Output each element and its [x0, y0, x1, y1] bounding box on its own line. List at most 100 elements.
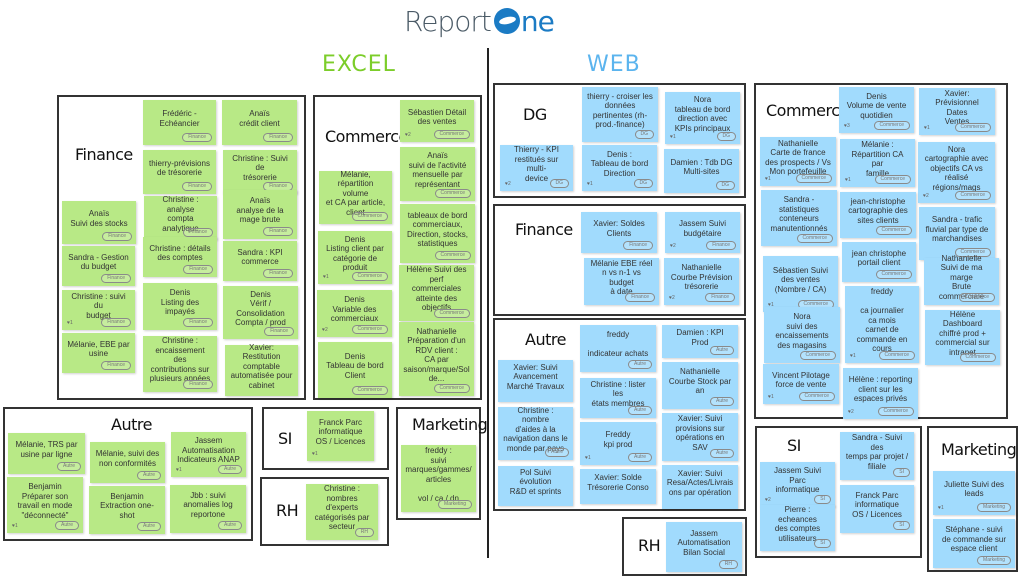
idea-card[interactable]: Xavier: Solde Trésorerie Conso	[580, 469, 656, 504]
idea-card[interactable]: Mélanie, suivi des non conformités Autre	[90, 442, 165, 483]
idea-card[interactable]: Damien : Tdb DG Multi-sites DG	[664, 149, 739, 193]
idea-card[interactable]: Denis Listing des impayés Finance	[143, 283, 217, 330]
like-heart-icon[interactable]: ♥2	[322, 327, 328, 334]
category-tag[interactable]: Autre	[55, 521, 79, 530]
idea-card[interactable]: Hélène Dashboard chiffré prod + commerci…	[925, 310, 1000, 365]
like-heart-icon[interactable]: ♥2	[765, 497, 771, 504]
category-tag[interactable]: Autre	[710, 346, 734, 355]
idea-card[interactable]: freddy ca journalier ca mois carnet de c…	[845, 286, 919, 363]
category-tag[interactable]: Finance	[183, 228, 213, 237]
idea-card[interactable]: tableaux de bord commerciaux, Direction,…	[400, 204, 475, 263]
category-tag[interactable]: Finance	[101, 318, 131, 327]
category-tag[interactable]: Finance	[625, 293, 655, 302]
idea-card[interactable]: Anaïs suivi de l'activité mensuelle par …	[400, 147, 475, 201]
category-tag[interactable]: Marketing	[438, 500, 472, 509]
idea-card[interactable]: Sandra - Suivi des temps par projet / fi…	[840, 432, 914, 480]
idea-card[interactable]: Jbb : suivi anomalies log reportone Autre	[170, 485, 246, 533]
category-tag[interactable]: Commerce	[795, 174, 832, 183]
idea-card[interactable]: Xavier: Prévisionnel Dates Ventes Commerc…	[919, 88, 995, 135]
idea-card[interactable]: Vincent Pilotage force de vente Commerce ♥…	[763, 364, 839, 404]
like-heart-icon[interactable]: ♥2	[923, 193, 929, 200]
idea-card[interactable]: Denis Listing client par catégorie de pr…	[318, 231, 392, 284]
idea-card[interactable]: Mélanie, EBE par usine Finance	[62, 333, 135, 373]
category-tag[interactable]: Finance	[705, 293, 735, 302]
idea-card[interactable]: jean-christophe cartographie des sites c…	[840, 192, 916, 238]
idea-card[interactable]: thierry-prévisions de trésorerie Finance	[143, 150, 216, 194]
idea-card[interactable]: Xavier: Suivi Avancement Marché Travaux	[498, 360, 573, 402]
idea-card[interactable]: Christine : suivi du budget Finance ♥1	[62, 290, 135, 330]
idea-card[interactable]: Jassem Suivi budgétaire Finance ♥2	[665, 212, 740, 253]
category-tag[interactable]: SI	[893, 468, 910, 477]
like-heart-icon[interactable]: ♥2	[669, 295, 675, 302]
idea-card[interactable]: Nora suivi des encaissements des magasin…	[764, 307, 840, 363]
idea-card[interactable]: Christine : détails des comptes Finance	[143, 237, 217, 277]
category-tag[interactable]: Commerce	[878, 351, 915, 360]
category-tag[interactable]: Commerce	[433, 384, 470, 393]
category-tag[interactable]: Finance	[706, 241, 736, 250]
category-tag[interactable]: Commerce	[959, 353, 996, 362]
like-heart-icon[interactable]: ♥1	[845, 177, 851, 184]
like-heart-icon[interactable]: ♥1	[585, 455, 591, 462]
category-tag[interactable]: Autre	[628, 453, 652, 462]
idea-card[interactable]: Thierry - KPI restitués sur multi- devic…	[500, 145, 573, 191]
idea-card[interactable]: Benjamin Extraction one- shot Autre	[89, 486, 165, 534]
idea-card[interactable]: Denis Tableau de bord Client Commerce	[318, 342, 392, 398]
category-tag[interactable]: DG	[633, 179, 653, 188]
idea-card[interactable]: jean christophe portail client Commerce	[842, 242, 916, 282]
category-tag[interactable]: Commerce	[875, 226, 912, 235]
category-tag[interactable]: Commerce	[954, 123, 991, 132]
category-tag[interactable]: Commerce	[796, 234, 833, 243]
category-tag[interactable]: Autre	[218, 521, 242, 530]
category-tag[interactable]: Commerce	[351, 212, 388, 221]
category-tag[interactable]: Autre	[545, 448, 569, 457]
idea-card[interactable]: Sandra : KPI commerce Finance	[223, 241, 297, 281]
idea-card[interactable]: Jassem Automatisation Indicateurs ANAP Au…	[171, 432, 246, 477]
idea-card[interactable]: Xavier: Suivi Resa/Actes/Livrais ons par…	[662, 465, 738, 509]
idea-card[interactable]: Nathanielle Carte de france des prospect…	[760, 137, 836, 186]
category-tag[interactable]: Commerce	[798, 392, 835, 401]
category-tag[interactable]: RH	[718, 560, 738, 569]
idea-card[interactable]: Anaïs analyse de la mage brute Finance	[223, 190, 297, 239]
category-tag[interactable]: Commerce	[873, 121, 910, 130]
category-tag[interactable]: DG	[549, 179, 569, 188]
idea-card[interactable]: Anaïs crédit client Finance	[222, 100, 297, 145]
category-tag[interactable]: SI	[814, 495, 831, 504]
like-heart-icon[interactable]: ♥1	[768, 394, 774, 401]
category-tag[interactable]: Commerce	[351, 325, 388, 334]
idea-card[interactable]: Xavier: Suivi provisions sur opérations …	[662, 413, 738, 461]
idea-card[interactable]: thierry - croiser les données pertinente…	[582, 87, 658, 142]
idea-card[interactable]: Sandra - Gestion du budget Finance	[62, 246, 135, 286]
category-tag[interactable]: Marketing	[977, 556, 1011, 565]
like-heart-icon[interactable]: ♥1	[670, 134, 676, 141]
idea-card[interactable]: Christine : nombre d'aides à la navigati…	[498, 406, 573, 460]
category-tag[interactable]: RH	[354, 528, 374, 537]
like-heart-icon[interactable]: ♥1	[12, 523, 18, 530]
category-tag[interactable]: Autre	[137, 522, 161, 531]
category-tag[interactable]: Finance	[263, 227, 293, 236]
like-heart-icon[interactable]: ♥1	[938, 505, 944, 512]
idea-card[interactable]: Freddy kpi prod Autre ♥1	[580, 422, 656, 465]
category-tag[interactable]: DG	[716, 132, 736, 141]
category-tag[interactable]: Finance	[183, 318, 213, 327]
idea-card[interactable]: Xavier: Restitution comptable automatisé…	[225, 343, 298, 396]
category-tag[interactable]: Commerce	[351, 386, 388, 395]
category-tag[interactable]: Commerce	[877, 407, 914, 416]
category-tag[interactable]: DG	[715, 181, 735, 190]
category-tag[interactable]: Commerce	[433, 309, 470, 318]
category-tag[interactable]: Commerce	[433, 130, 470, 139]
category-tag[interactable]: Autre	[628, 360, 652, 369]
idea-card[interactable]: Nathanielle Suivi de ma marge Brute comm…	[924, 254, 999, 305]
like-heart-icon[interactable]: ♥2	[670, 243, 676, 250]
category-tag[interactable]: Commerce	[954, 191, 991, 200]
idea-card[interactable]: Nathanielle Courbe Prévision trésorerie F…	[664, 258, 739, 305]
category-tag[interactable]: Commerce	[958, 293, 995, 302]
idea-card[interactable]: Christine : lister les états membres Autr…	[580, 378, 656, 418]
idea-card[interactable]: freddy indicateur achats Autre	[580, 325, 656, 372]
category-tag[interactable]: Finance	[101, 361, 131, 370]
idea-card[interactable]: Stéphane - suivi de commande sur espace …	[933, 519, 1015, 568]
idea-card[interactable]: Frédéric - Echéancier Finance	[143, 100, 216, 145]
idea-card[interactable]: Franck Parc informatique OS / Licences ♥1	[307, 411, 374, 461]
idea-card[interactable]: Pierre : echeances des comptes utilisate…	[760, 505, 835, 551]
category-tag[interactable]: Finance	[263, 269, 293, 278]
idea-card[interactable]: Sébastien Suivi des ventes (Nombre / CA)…	[763, 256, 838, 312]
